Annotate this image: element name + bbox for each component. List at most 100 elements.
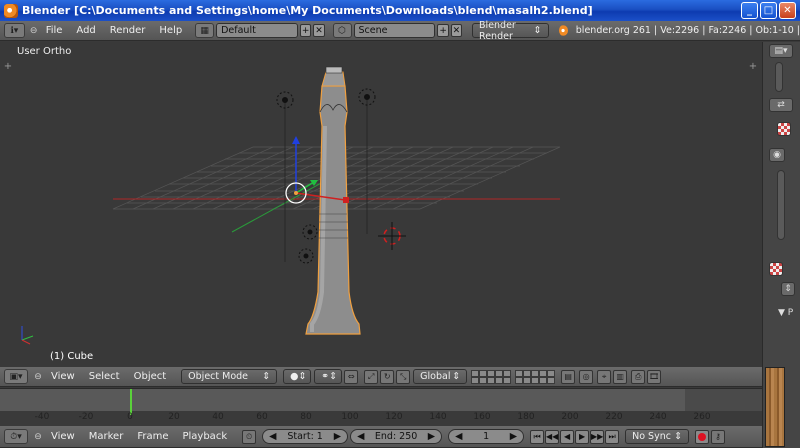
- remove-scene-icon[interactable]: ✕: [450, 24, 463, 37]
- zoom-slider[interactable]: [777, 170, 785, 240]
- toolshelf-toggle-icon[interactable]: +: [3, 62, 13, 72]
- timeline-tick-label: 100: [341, 412, 359, 422]
- render-engine-dropdown[interactable]: Blender Render ⇕: [472, 20, 549, 42]
- viewport-scene[interactable]: [0, 42, 762, 367]
- layers-group-b[interactable]: [515, 369, 556, 384]
- scene-field[interactable]: Scene: [353, 23, 436, 38]
- camera-icon[interactable]: ◉: [769, 148, 785, 162]
- menu-playback[interactable]: Playback: [175, 431, 234, 442]
- timeline-tick-label: 220: [605, 412, 623, 422]
- menu-view[interactable]: View: [44, 431, 82, 442]
- editor-type-icon[interactable]: ℹ▾: [4, 23, 25, 38]
- menu-help[interactable]: Help: [152, 25, 189, 36]
- 3d-viewport[interactable]: User Ortho (1) Cube + +: [0, 42, 762, 367]
- menu-view[interactable]: View: [44, 371, 82, 382]
- info-header: ℹ▾ ⊖ File Add Render Help ▦ Default + ✕ …: [0, 20, 800, 42]
- jump-end-icon[interactable]: ⏭: [605, 429, 620, 444]
- scale-icon[interactable]: ⤡: [396, 369, 411, 384]
- screen-layout-icon[interactable]: ▦: [195, 23, 215, 38]
- timeline-tick-label: 140: [429, 412, 447, 422]
- timeline-track[interactable]: [0, 411, 762, 427]
- editor-type-icon[interactable]: ⏱▾: [4, 429, 28, 444]
- shading-dropdown[interactable]: ●⇕: [283, 369, 312, 384]
- timeline-tick-label: 240: [649, 412, 667, 422]
- jump-keyframe-back-icon[interactable]: ◀◀: [545, 429, 560, 444]
- 3d-cursor-icon: [378, 222, 406, 250]
- close-button[interactable]: ✕: [779, 2, 796, 19]
- menu-select[interactable]: Select: [82, 371, 127, 382]
- timeline-ruler[interactable]: [0, 389, 762, 411]
- rotate-icon[interactable]: ↻: [380, 369, 395, 384]
- view-options-icon[interactable]: ⇄: [769, 98, 793, 112]
- timeline-tick-label: 160: [473, 412, 491, 422]
- remove-screen-icon[interactable]: ✕: [313, 24, 325, 37]
- play-icon[interactable]: ▶: [575, 429, 590, 444]
- play-reverse-icon[interactable]: ◀: [560, 429, 575, 444]
- timeline[interactable]: -40 -20 0 20 40 60 80 100 120 140 160 180 200 220 240 2…: [0, 388, 762, 427]
- editor-type-icon[interactable]: ▣▾: [4, 369, 28, 384]
- snap-target-icon[interactable]: ▥: [613, 369, 628, 384]
- timeline-tick-label: 200: [561, 412, 579, 422]
- manipulator-toggle-icon[interactable]: ⇔: [344, 369, 359, 384]
- render-animation-icon[interactable]: 🎞: [647, 369, 662, 384]
- keying-set-icon[interactable]: ⚷: [711, 429, 726, 444]
- window-title: Blender [C:\Documents and Settings\home\…: [22, 4, 593, 17]
- mode-dropdown[interactable]: Object Mode ⇕: [181, 369, 278, 384]
- end-frame-field[interactable]: ◀ End: 250 ▶: [350, 429, 443, 444]
- menu-render[interactable]: Render: [103, 25, 153, 36]
- snap-icon[interactable]: ⌖: [597, 369, 612, 384]
- axis-widget-icon: [21, 326, 34, 345]
- blender-logo-icon: [558, 25, 568, 36]
- window-title-bar: Blender [C:\Documents and Settings\home\…: [0, 0, 800, 21]
- sync-dropdown[interactable]: No Sync ⇕: [625, 429, 690, 444]
- layers-group-a[interactable]: [471, 369, 512, 384]
- properties-icon[interactable]: ⇕: [781, 282, 795, 296]
- orientation-dropdown[interactable]: Global ⇕: [413, 369, 468, 384]
- menu-object[interactable]: Object: [127, 371, 174, 382]
- timeline-tick-label: 180: [517, 412, 535, 422]
- current-frame-label: 1: [483, 431, 490, 442]
- properties-toggle-icon[interactable]: +: [748, 62, 758, 72]
- timeline-tick-label: -40: [34, 412, 50, 422]
- view-label: User Ortho: [17, 46, 72, 57]
- texture-preview: [765, 367, 785, 447]
- timeline-header: ⏱▾ ⊖ View Marker Frame Playback ⏲ ◀ Start…: [0, 426, 762, 448]
- add-screen-icon[interactable]: +: [300, 24, 312, 37]
- collapse-menus-icon[interactable]: ⊖: [32, 371, 44, 383]
- pivot-icon[interactable]: ⚭⇕: [314, 369, 343, 384]
- panel-tab-label: P: [787, 308, 794, 318]
- dropdown-arrows-icon: ⇕: [674, 431, 683, 442]
- scrollbar[interactable]: [775, 62, 783, 92]
- render-engine-label: Blender Render: [479, 19, 516, 42]
- menu-file[interactable]: File: [39, 25, 70, 36]
- jump-start-icon[interactable]: ⏮: [530, 429, 545, 444]
- texture-icon[interactable]: [769, 262, 783, 276]
- scene-icon[interactable]: ⬡: [332, 23, 352, 38]
- panel-tab[interactable]: ▼ P: [778, 308, 798, 324]
- jump-keyframe-forward-icon[interactable]: ▶▶: [590, 429, 605, 444]
- add-scene-icon[interactable]: +: [437, 24, 449, 37]
- start-frame-field[interactable]: ◀ Start: 1 ▶: [262, 429, 349, 444]
- material-icon[interactable]: [777, 122, 791, 136]
- editor-type-icon[interactable]: ▤▾: [769, 44, 793, 58]
- end-frame-label: End: 250: [374, 431, 418, 442]
- menu-frame[interactable]: Frame: [130, 431, 175, 442]
- minimize-button[interactable]: _: [741, 2, 758, 19]
- collapse-menus-icon[interactable]: ⊖: [29, 25, 39, 37]
- dropdown-arrows-icon: ⇕: [533, 25, 542, 36]
- sync-label: No Sync: [632, 431, 671, 442]
- current-frame-field[interactable]: ◀ 1 ▶: [448, 429, 525, 444]
- preview-range-icon[interactable]: ⏲: [242, 429, 257, 444]
- maximize-button[interactable]: □: [760, 2, 777, 19]
- menu-add[interactable]: Add: [69, 25, 102, 36]
- lock-layers-icon[interactable]: ▤: [561, 369, 576, 384]
- timeline-tick-label: 0: [127, 412, 133, 422]
- collapse-menus-icon[interactable]: ⊖: [32, 431, 44, 443]
- start-frame-label: Start: 1: [287, 431, 323, 442]
- translate-icon[interactable]: ⤢: [364, 369, 379, 384]
- screen-layout-field[interactable]: Default: [216, 23, 299, 38]
- record-icon[interactable]: [695, 429, 710, 444]
- render-preview-icon[interactable]: ⎙: [631, 369, 646, 384]
- proportional-edit-icon[interactable]: ◎: [579, 369, 594, 384]
- menu-marker[interactable]: Marker: [82, 431, 131, 442]
